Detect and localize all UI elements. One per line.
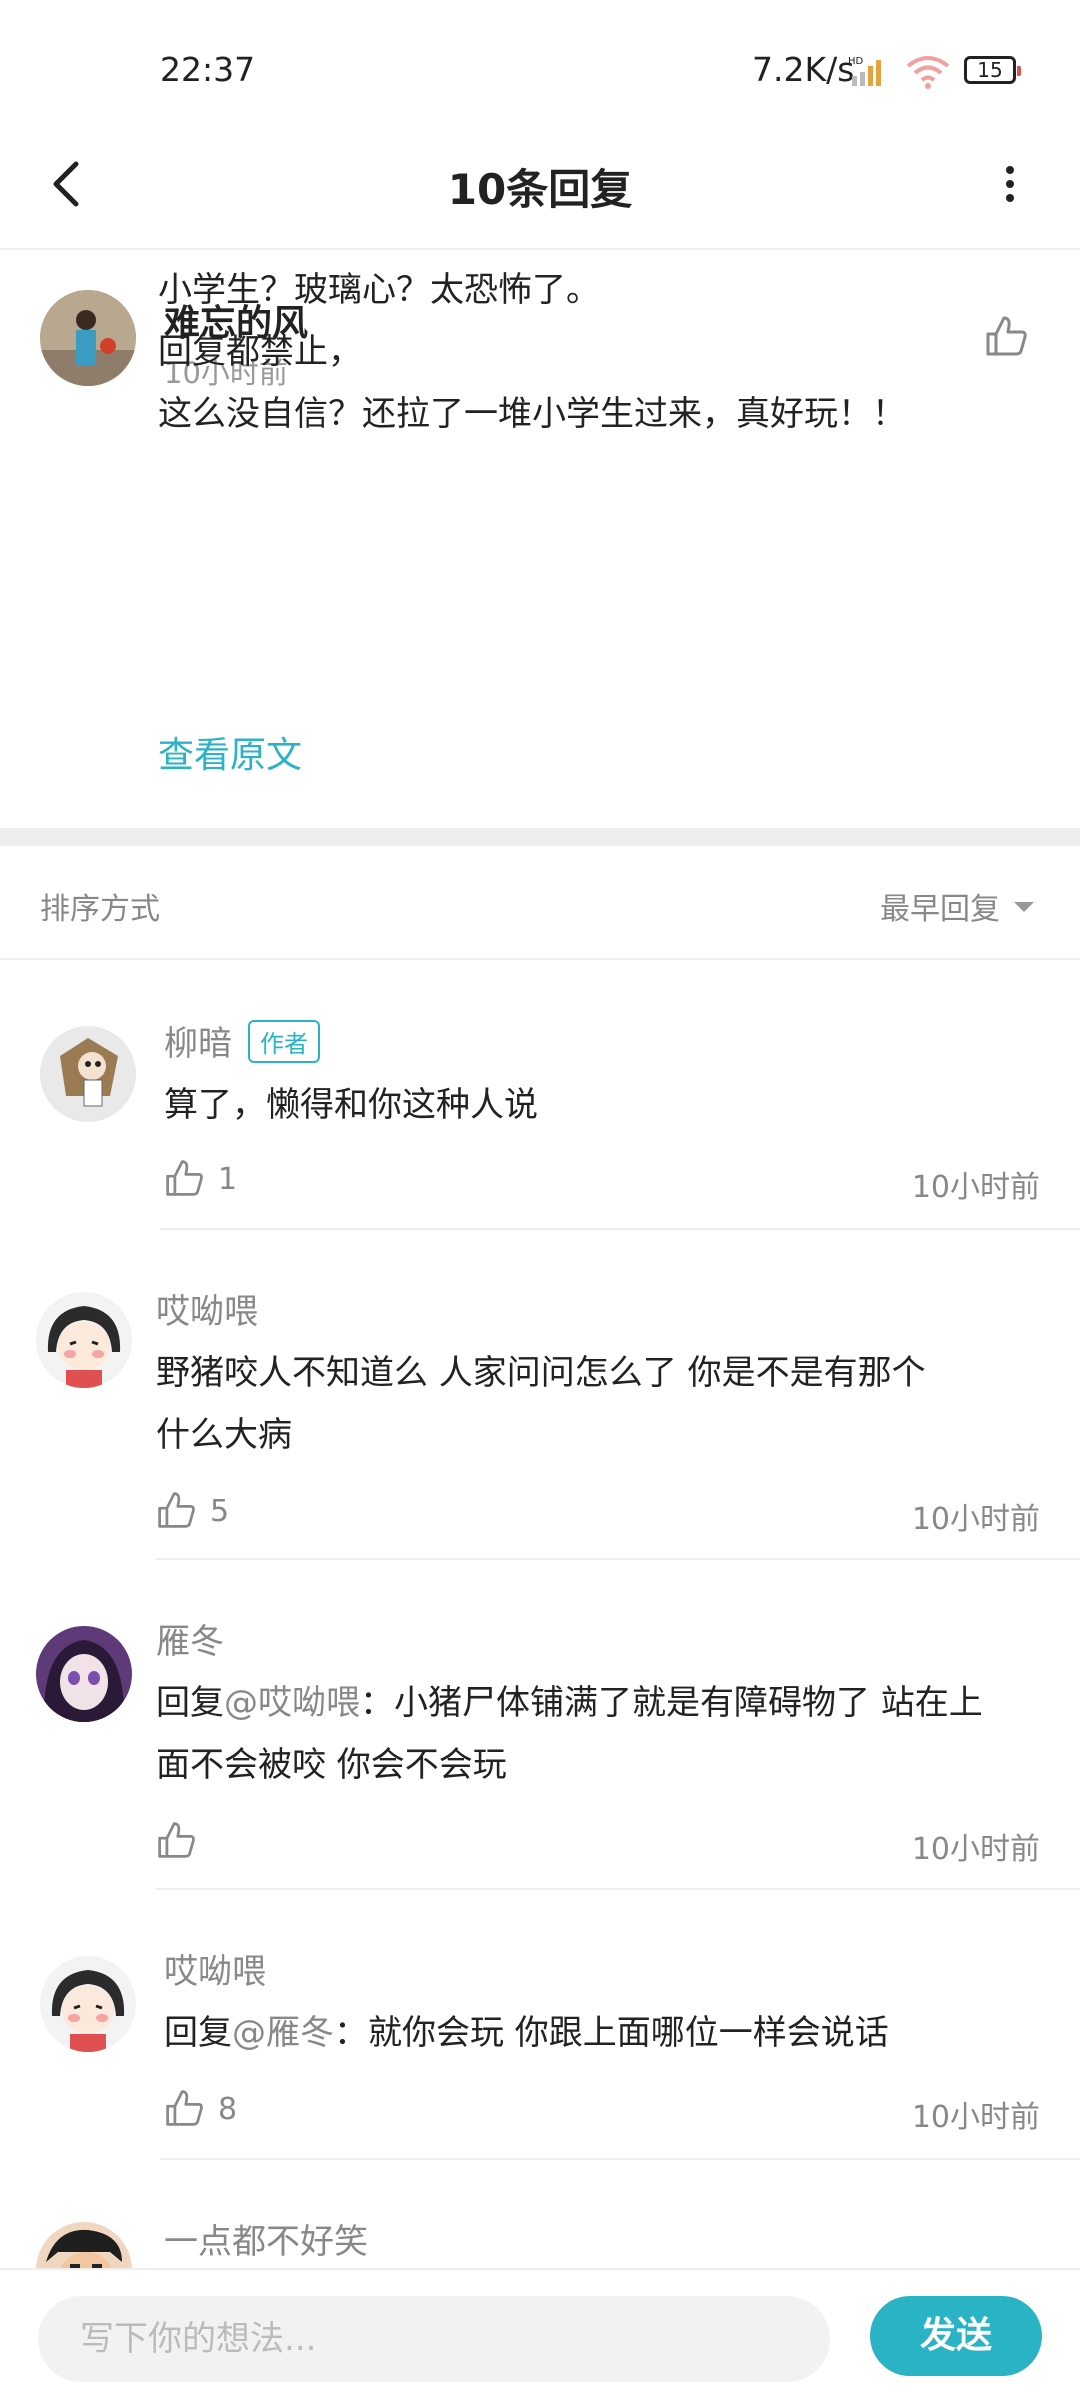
- original-comment: 难忘的风 10小时前 小学生？玻璃心？太恐怖了。 回复都禁止， 这么没自信？还拉…: [0, 250, 1080, 828]
- reply-item: 哎呦喂 回复@雁冬：就你会玩 你跟上面哪位一样会说话 8 10小时前: [0, 1890, 1080, 2160]
- reply-author[interactable]: 柳暗: [164, 1016, 232, 1065]
- mention-link[interactable]: @哎呦喂: [224, 1683, 360, 1723]
- reply-item: 哎呦喂 野猪咬人不知道么 人家问问怎么了 你是不是有那个 什么大病 5 10小时…: [0, 1230, 1080, 1560]
- comment-line-1: 小学生？玻璃心？太恐怖了。: [158, 270, 600, 310]
- battery-icon: 15: [964, 56, 1021, 84]
- reply-text-line-1: 回复@哎呦喂：小猪尸体铺满了就是有障碍物了 站在上: [156, 1672, 983, 1734]
- like-count: 8: [218, 2092, 238, 2127]
- like-count: 1: [218, 1162, 238, 1197]
- reply-item: 一点都不好笑: [0, 2160, 1080, 2268]
- thumbs-up-icon[interactable]: [156, 1820, 196, 1860]
- comment-line-3: 这么没自信？还拉了一堆小学生过来，真好玩！！: [158, 394, 906, 434]
- reply-author[interactable]: 一点都不好笑: [164, 2214, 368, 2263]
- reply-text-line-2: 什么大病: [156, 1415, 292, 1455]
- avatar-image: [40, 1026, 136, 1122]
- reply-author[interactable]: 雁冬: [156, 1614, 224, 1663]
- status-bar: 22:37 7.2K/s HD 15: [0, 0, 1080, 120]
- reply-time: 10小时前: [911, 2100, 1040, 2135]
- top-app-bar: 10条回复: [0, 120, 1080, 250]
- like-count: 5: [210, 1494, 230, 1529]
- mention-link[interactable]: @雁冬: [232, 2013, 334, 2053]
- reply-author[interactable]: 哎呦喂: [164, 1944, 266, 1993]
- wifi-icon: [906, 56, 950, 89]
- reply-author[interactable]: 哎呦喂: [156, 1284, 258, 1333]
- thumbs-up-icon[interactable]: [984, 314, 1028, 358]
- avatar-image: [36, 1292, 132, 1388]
- reply-prefix: 回复: [164, 2013, 232, 2053]
- avatar-image: [40, 290, 136, 386]
- avatar[interactable]: [40, 290, 136, 386]
- reply-time: 10小时前: [911, 1832, 1040, 1867]
- more-vertical-icon[interactable]: [990, 148, 1030, 220]
- page-title: 10条回复: [447, 165, 633, 214]
- avatar[interactable]: [40, 1956, 136, 2052]
- network-speed: 7.2K/s: [752, 50, 855, 89]
- reply-body: ：小猪尸体铺满了就是有障碍物了 站在上: [360, 1683, 983, 1723]
- send-button[interactable]: 发送: [870, 2296, 1042, 2376]
- status-time: 22:37: [160, 50, 256, 89]
- avatar[interactable]: [40, 1026, 136, 1122]
- reply-prefix: 回复: [156, 1683, 224, 1723]
- battery-level: 15: [977, 58, 1003, 82]
- comment-line-2: 回复都禁止，: [158, 332, 362, 372]
- signal-hd-label: HD: [848, 56, 864, 67]
- reply-text-line-1: 野猪咬人不知道么 人家问问怎么了 你是不是有那个: [156, 1353, 926, 1393]
- author-badge: 作者: [248, 1020, 320, 1063]
- reply-time: 10小时前: [911, 1502, 1040, 1537]
- reply-body: ：就你会玩 你跟上面哪位一样会说话: [334, 2013, 889, 2053]
- avatar[interactable]: [36, 1626, 132, 1722]
- reply-item: 雁冬 回复@哎呦喂：小猪尸体铺满了就是有障碍物了 站在上 面不会被咬 你会不会玩…: [0, 1560, 1080, 1890]
- caret-down-icon[interactable]: [1012, 898, 1036, 916]
- comment-input[interactable]: [38, 2296, 830, 2382]
- avatar[interactable]: [36, 2222, 132, 2268]
- reply-text: 回复@雁冬：就你会玩 你跟上面哪位一样会说话: [164, 2002, 889, 2064]
- section-divider: [0, 828, 1080, 846]
- reply-text: 算了，懒得和你这种人说: [164, 1085, 538, 1125]
- thumbs-up-icon[interactable]: [164, 2088, 204, 2128]
- thumbs-up-icon[interactable]: [156, 1490, 196, 1530]
- reply-text-line-2: 面不会被咬 你会不会玩: [156, 1745, 507, 1785]
- avatar[interactable]: [36, 1292, 132, 1388]
- avatar-image: [36, 2222, 132, 2268]
- reply-item: 柳暗 作者 算了，懒得和你这种人说 1 10小时前: [0, 960, 1080, 1230]
- sort-dropdown[interactable]: 最早回复: [880, 884, 1000, 928]
- sort-label: 排序方式: [40, 892, 160, 927]
- reply-time: 10小时前: [911, 1170, 1040, 1205]
- thumbs-up-icon[interactable]: [164, 1158, 204, 1198]
- sort-bar: 排序方式 最早回复: [0, 846, 1080, 960]
- comment-input-bar: 发送: [0, 2268, 1080, 2400]
- avatar-image: [40, 1956, 136, 2052]
- signal-icon: HD: [848, 56, 881, 86]
- view-original-link[interactable]: 查看原文: [158, 726, 302, 778]
- avatar-image: [36, 1626, 132, 1722]
